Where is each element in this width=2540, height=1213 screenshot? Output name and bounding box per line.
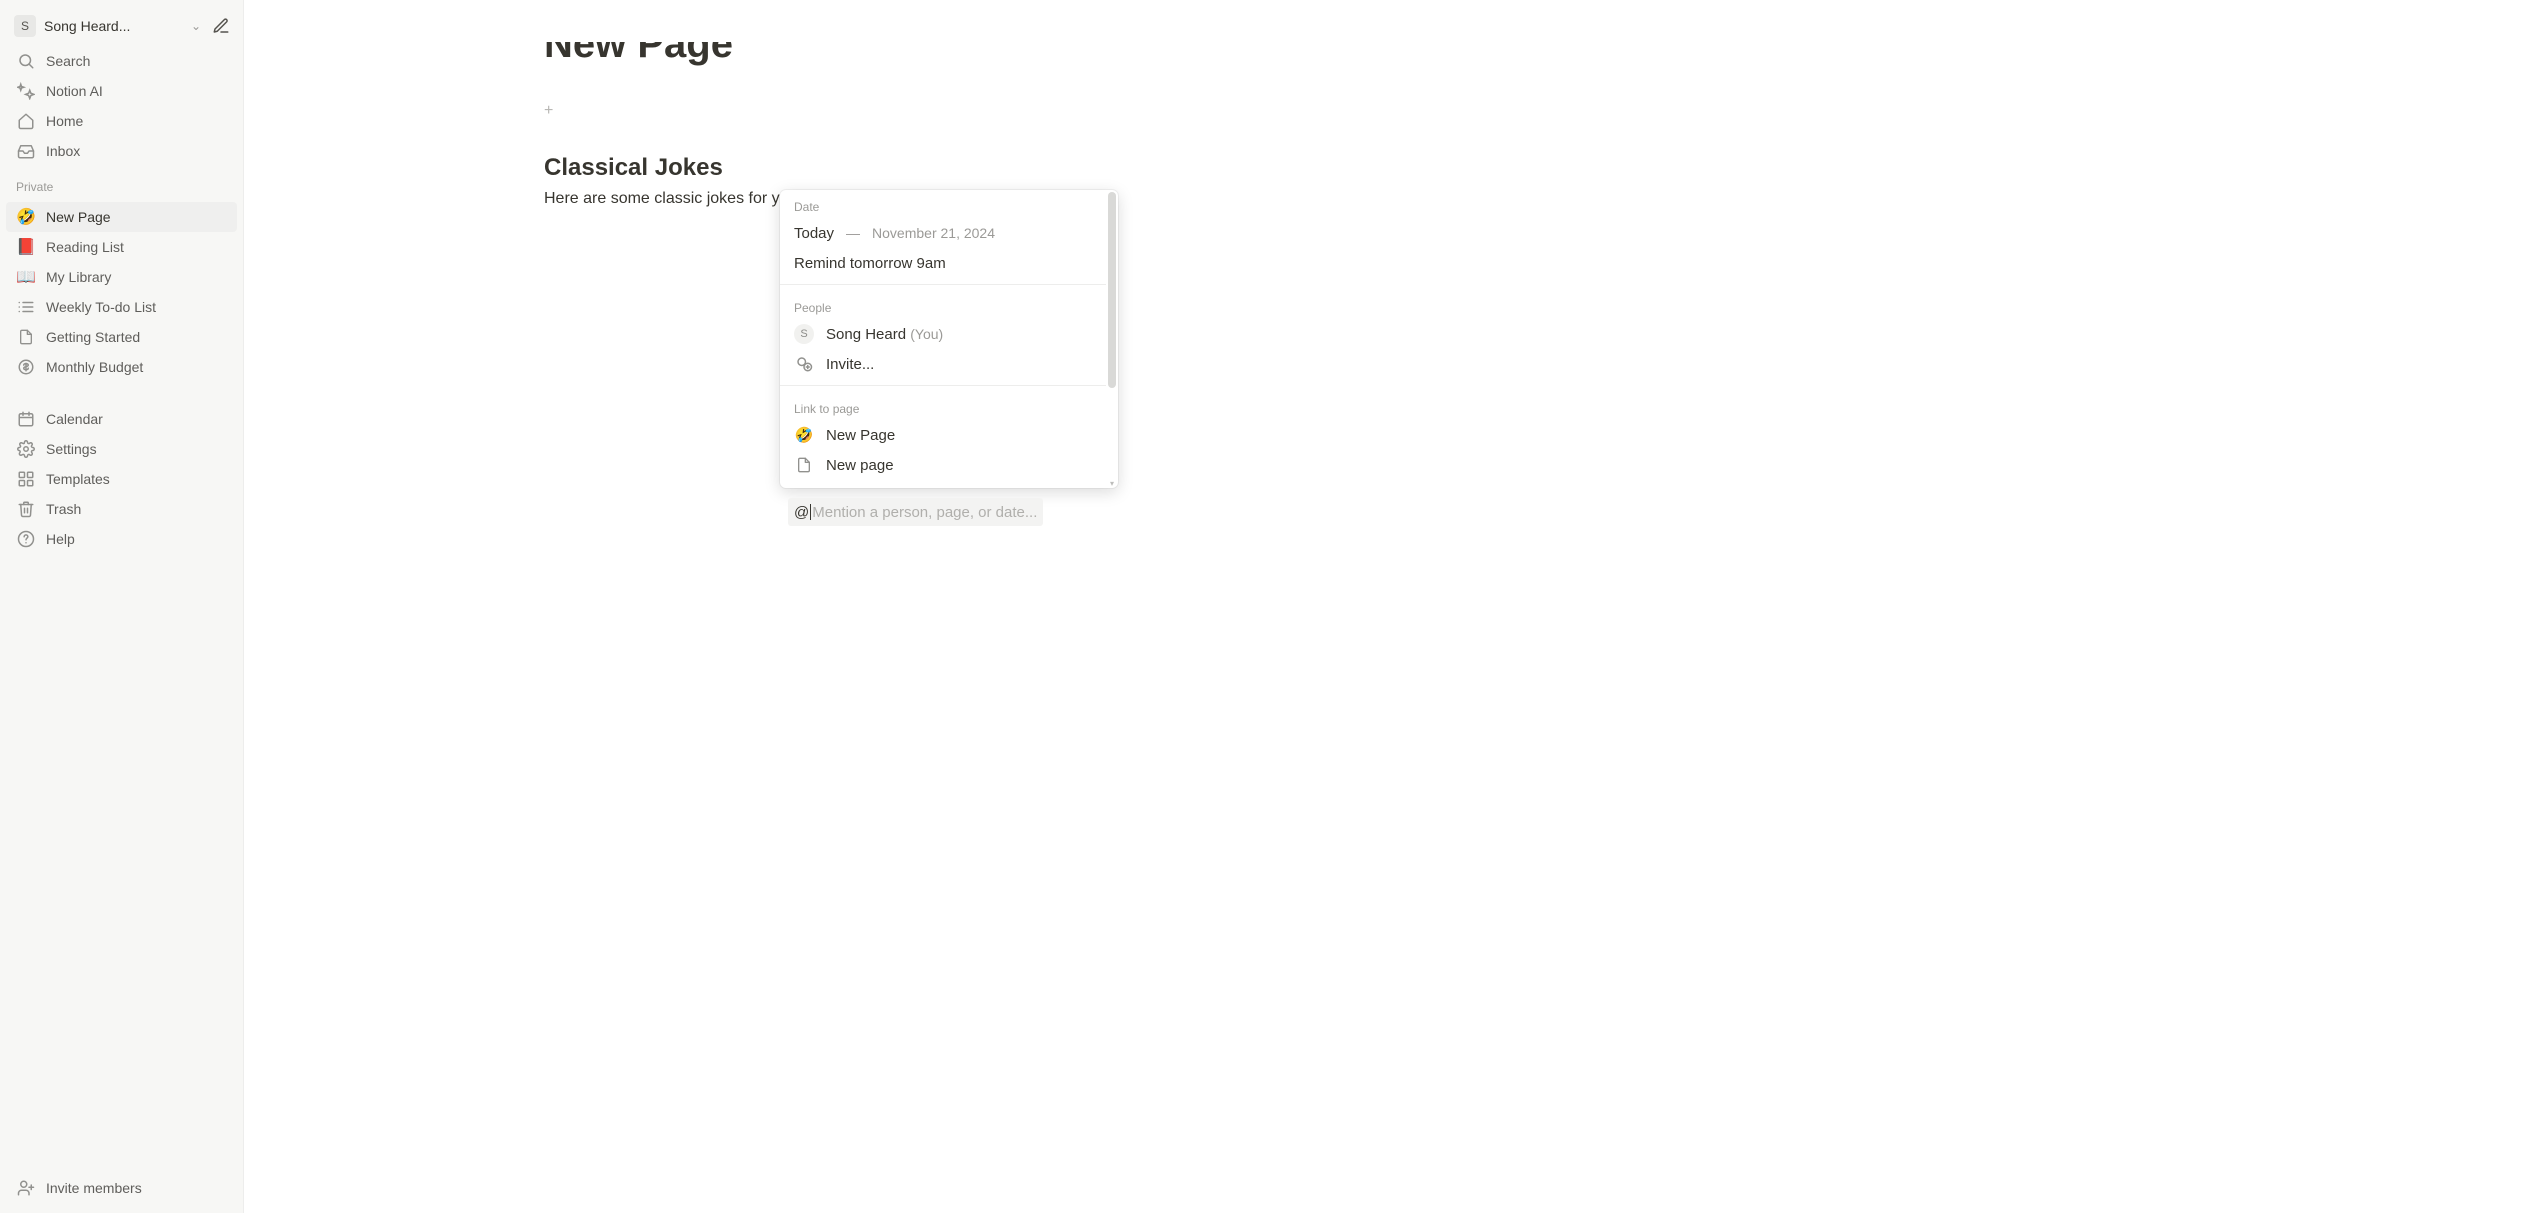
- sidebar: S Song Heard... ⌄ Search Notion AI: [0, 0, 244, 1213]
- list-icon: [16, 297, 36, 317]
- sidebar-item-settings[interactable]: Settings: [6, 434, 237, 464]
- sidebar-item-notion-ai[interactable]: Notion AI: [6, 76, 237, 106]
- page-icon: [16, 327, 36, 347]
- popup-section-people: People: [780, 291, 1106, 319]
- sidebar-item-label: Notion AI: [46, 83, 103, 99]
- sidebar-item-templates[interactable]: Templates: [6, 464, 237, 494]
- sidebar-item-trash[interactable]: Trash: [6, 494, 237, 524]
- sidebar-item-label: Monthly Budget: [46, 359, 143, 375]
- sidebar-section-private: Private: [0, 170, 243, 198]
- sidebar-item-label: Invite members: [46, 1180, 142, 1196]
- sidebar-item-label: My Library: [46, 269, 111, 285]
- workspace-name: Song Heard...: [44, 18, 183, 34]
- search-icon: [16, 51, 36, 71]
- page-icon: [794, 455, 814, 475]
- page-emoji-icon: 🤣: [16, 207, 36, 227]
- sidebar-item-calendar[interactable]: Calendar: [6, 404, 237, 434]
- popup-section-link: Link to page: [780, 392, 1106, 420]
- sidebar-item-reading-list[interactable]: 📕 Reading List: [6, 232, 237, 262]
- mention-popup: Date Today — November 21, 2024 Remind to…: [780, 190, 1118, 488]
- inbox-icon: [16, 141, 36, 161]
- divider: [780, 385, 1106, 386]
- page-title[interactable]: New Page: [544, 22, 1264, 66]
- sidebar-item-label: Inbox: [46, 143, 80, 159]
- invite-people-icon: [794, 354, 814, 374]
- gear-icon: [16, 439, 36, 459]
- popup-section-date: Date: [780, 190, 1106, 218]
- popup-item-label: New page: [826, 457, 894, 474]
- sidebar-invite-members[interactable]: Invite members: [6, 1173, 237, 1203]
- popup-today-date: November 21, 2024: [872, 225, 995, 241]
- popup-scrollbar[interactable]: ▾: [1106, 190, 1118, 488]
- sidebar-item-getting-started[interactable]: Getting Started: [6, 322, 237, 352]
- sidebar-item-label: New Page: [46, 209, 111, 225]
- popup-item-link-page[interactable]: New page: [780, 450, 1106, 480]
- person-avatar: S: [794, 324, 814, 344]
- scrollbar-thumb[interactable]: [1108, 192, 1116, 388]
- popup-item-link-page[interactable]: 🤣 New Page: [780, 420, 1106, 450]
- sidebar-item-label: Weekly To-do List: [46, 299, 156, 315]
- sidebar-item-label: Help: [46, 531, 75, 547]
- sidebar-item-weekly-todo[interactable]: Weekly To-do List: [6, 292, 237, 322]
- new-page-button[interactable]: [209, 14, 233, 38]
- sidebar-item-label: Trash: [46, 501, 81, 517]
- workspace-avatar: S: [14, 15, 36, 37]
- sidebar-item-label: Calendar: [46, 411, 103, 427]
- person-name: Song Heard: [826, 326, 906, 343]
- popup-item-label: Invite...: [826, 356, 874, 373]
- person-you-tag: (You): [910, 326, 943, 342]
- heading-2[interactable]: Classical Jokes: [544, 154, 1264, 182]
- sidebar-item-label: Getting Started: [46, 329, 140, 345]
- templates-icon: [16, 469, 36, 489]
- divider: [780, 284, 1106, 285]
- chevron-down-icon: ⌄: [191, 19, 201, 33]
- separator: —: [846, 225, 860, 241]
- workspace-switcher[interactable]: S Song Heard... ⌄: [0, 10, 243, 42]
- mention-prefix: @: [794, 504, 809, 521]
- sidebar-item-home[interactable]: Home: [6, 106, 237, 136]
- sidebar-item-label: Reading List: [46, 239, 124, 255]
- home-icon: [16, 111, 36, 131]
- popup-item-label: New Page: [826, 427, 895, 444]
- scrollbar-down-arrow-icon[interactable]: ▾: [1108, 479, 1116, 488]
- popup-item-invite[interactable]: Invite...: [780, 349, 1106, 379]
- add-block-button[interactable]: +: [544, 102, 1264, 120]
- sidebar-item-label: Settings: [46, 441, 97, 457]
- help-icon: [16, 529, 36, 549]
- calendar-icon: [16, 409, 36, 429]
- budget-icon: [16, 357, 36, 377]
- sidebar-item-inbox[interactable]: Inbox: [6, 136, 237, 166]
- sidebar-item-my-library[interactable]: 📖 My Library: [6, 262, 237, 292]
- sidebar-item-label: Search: [46, 53, 90, 69]
- invite-icon: [16, 1178, 36, 1198]
- text-caret: [810, 504, 811, 520]
- popup-item-person-self[interactable]: S Song Heard (You): [780, 319, 1106, 349]
- sidebar-item-new-page[interactable]: 🤣 New Page: [6, 202, 237, 232]
- mention-placeholder: Mention a person, page, or date...: [812, 504, 1037, 521]
- popup-item-label: Remind tomorrow 9am: [794, 255, 946, 272]
- sidebar-item-help[interactable]: Help: [6, 524, 237, 554]
- popup-item-remind[interactable]: Remind tomorrow 9am: [780, 248, 1106, 278]
- mention-input[interactable]: @Mention a person, page, or date...: [788, 498, 1043, 526]
- page-emoji-icon: 🤣: [794, 425, 814, 445]
- popup-item-label: Today: [794, 225, 834, 242]
- compose-icon: [212, 17, 230, 35]
- sidebar-item-search[interactable]: Search: [6, 46, 237, 76]
- page-emoji-icon: 📖: [16, 267, 36, 287]
- page-editor: New Page + Classical Jokes Here are some…: [244, 0, 2540, 1213]
- sidebar-item-label: Home: [46, 113, 83, 129]
- page-emoji-icon: 📕: [16, 237, 36, 257]
- ai-sparkle-icon: [16, 81, 36, 101]
- trash-icon: [16, 499, 36, 519]
- popup-item-today[interactable]: Today — November 21, 2024: [780, 218, 1106, 248]
- sidebar-item-monthly-budget[interactable]: Monthly Budget: [6, 352, 237, 382]
- sidebar-item-label: Templates: [46, 471, 110, 487]
